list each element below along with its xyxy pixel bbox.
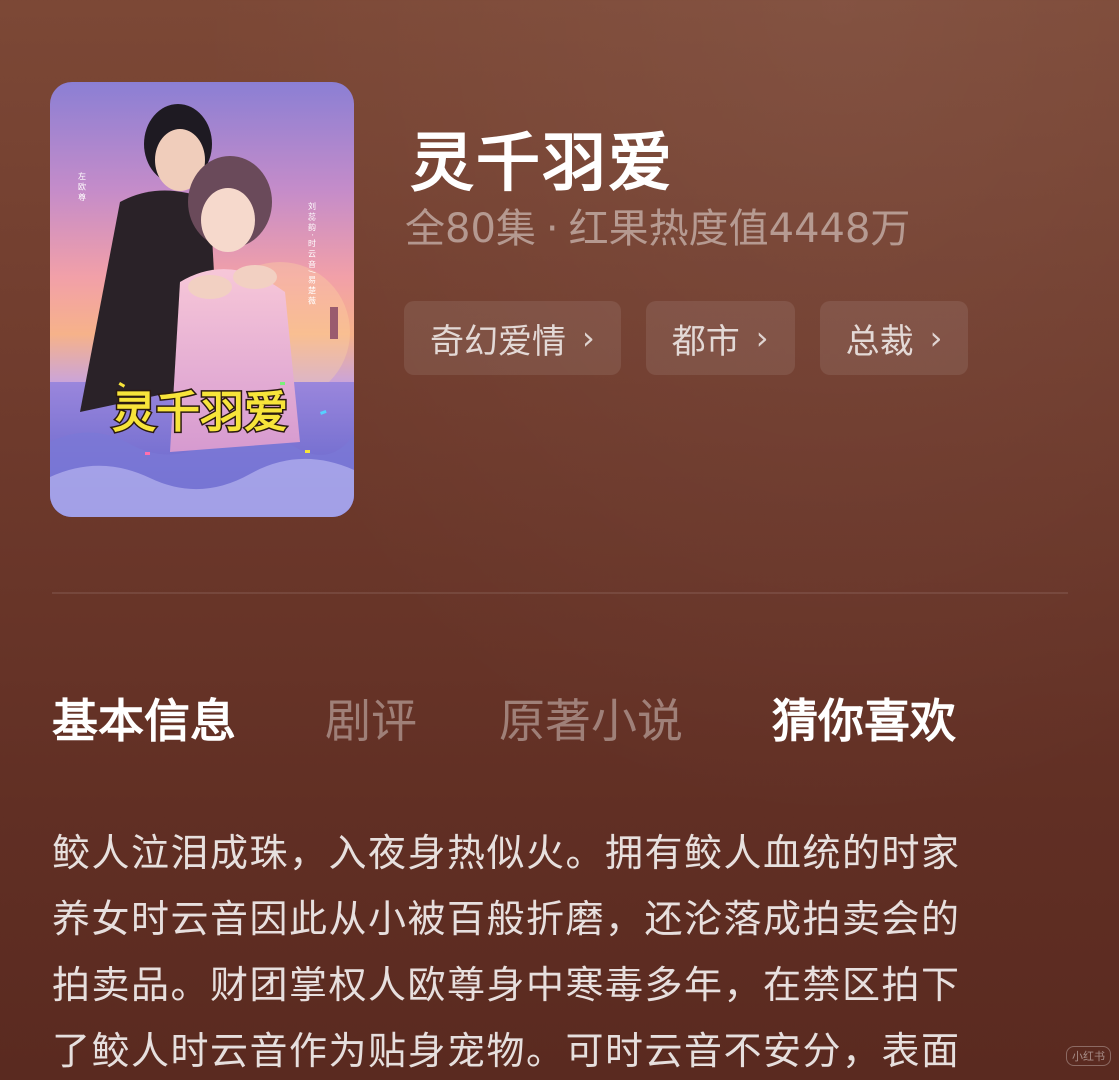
synopsis-line: 了鲛人时云音作为贴身宠物。可时云音不安分，表面 <box>52 1029 961 1073</box>
poster-illustration: 灵千羽爱 左 欧 尊 刘 蕊 韵 · 时 云 音 / 易 楚 薇 <box>50 82 354 517</box>
tab-basic-info[interactable]: 基本信息 <box>52 685 236 751</box>
poster-credit-right: 刘 蕊 韵 · 时 云 音 / 易 楚 薇 <box>308 201 317 306</box>
watermark: 小红书 <box>1066 1046 1111 1066</box>
section-divider <box>52 592 1068 594</box>
tag-fantasy-romance[interactable]: 奇幻爱情 › <box>404 301 621 375</box>
poster-title-text: 灵千羽爱 <box>112 387 288 438</box>
meta-separator: · <box>545 206 559 252</box>
drama-poster[interactable]: 灵千羽爱 左 欧 尊 刘 蕊 韵 · 时 云 音 / 易 楚 薇 <box>50 82 354 517</box>
tag-ceo[interactable]: 总裁 › <box>819 301 969 375</box>
tab-review[interactable]: 剧评 <box>325 685 417 751</box>
synopsis-line: 鲛人泣泪成珠，入夜身热似火。拥有鲛人血统的时家 <box>52 831 961 875</box>
chevron-right-icon: › <box>755 319 769 357</box>
chevron-right-icon: › <box>582 319 595 357</box>
tag-label: 都市 <box>671 321 740 362</box>
poster-credit-left: 左 欧 尊 <box>78 171 87 202</box>
episode-count: 全80集 <box>405 206 536 252</box>
drama-title: 灵千羽爱 <box>410 127 674 201</box>
genre-tags: 奇幻爱情 › 都市 › 总裁 › <box>404 301 969 375</box>
heat-value: 红果热度值4448万 <box>568 206 911 252</box>
tag-label: 奇幻爱情 <box>430 321 566 362</box>
synopsis-line: 养女时云音因此从小被百般折磨，还沦落成拍卖会的 <box>52 897 961 941</box>
tab-original-novel[interactable]: 原著小说 <box>499 685 683 751</box>
drama-meta: 全80集 · 红果热度值4448万 <box>405 196 910 254</box>
synopsis: 鲛人泣泪成珠，入夜身热似火。拥有鲛人血统的时家 养女时云音因此从小被百般折磨，还… <box>52 820 1062 1080</box>
tab-guess-you-like[interactable]: 猜你喜欢 <box>772 685 956 751</box>
chevron-right-icon: › <box>929 319 943 357</box>
tag-label: 总裁 <box>845 321 914 362</box>
synopsis-line: 拍卖品。财团掌权人欧尊身中寒毒多年，在禁区拍下 <box>52 963 961 1007</box>
tag-urban[interactable]: 都市 › <box>645 301 795 375</box>
